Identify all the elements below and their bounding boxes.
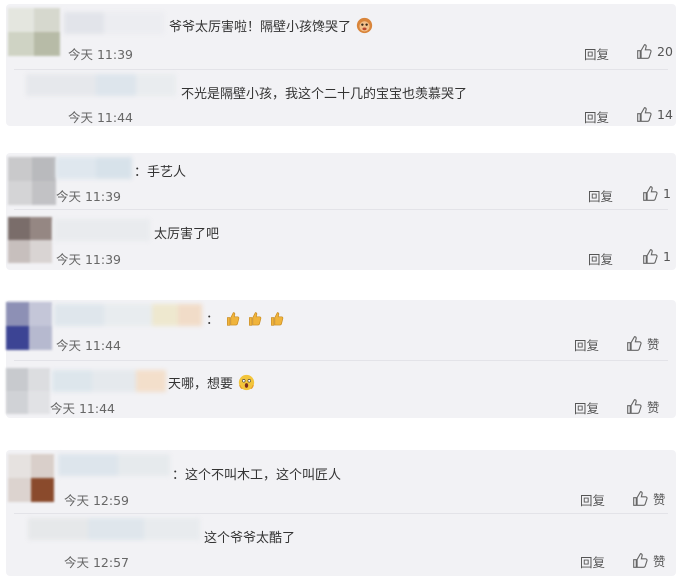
like-button[interactable]: 14 — [636, 106, 673, 123]
thumbs-up-icon — [627, 399, 642, 414]
avatar[interactable] — [8, 217, 52, 263]
comment-time: 今天 11:44 — [50, 401, 115, 416]
comment-time: 今天 11:39 — [68, 47, 133, 62]
thumbs-up-icon — [633, 491, 648, 506]
like-label: 赞 — [647, 337, 660, 352]
comment-time: 今天 11:39 — [56, 252, 121, 267]
thumbs-up-icon — [643, 249, 658, 264]
comment-time: 今天 12:59 — [64, 493, 129, 508]
comment-text: ：这个不叫木工，这个叫匠人 — [172, 468, 342, 483]
thumbs-up-icon — [637, 44, 652, 59]
username[interactable] — [26, 74, 176, 96]
thumbs-up-icon — [627, 336, 642, 351]
avatar[interactable] — [8, 157, 56, 205]
divider — [14, 209, 668, 210]
like-button[interactable]: 赞 — [626, 334, 660, 353]
like-label: 赞 — [647, 400, 660, 415]
like-button[interactable]: 1 — [642, 248, 671, 265]
like-count: 20 — [657, 44, 673, 59]
comment-text: 不光是隔壁小孩，我这个二十几的宝宝也羡慕哭了 — [181, 87, 468, 102]
thumbs-up-icon — [637, 107, 652, 122]
reply-button[interactable]: 回复 — [588, 186, 613, 205]
avatar[interactable] — [8, 8, 60, 56]
like-button[interactable]: 20 — [636, 43, 673, 60]
reply-button[interactable]: 回复 — [574, 398, 599, 417]
reply-button[interactable]: 回复 — [588, 249, 613, 268]
divider — [14, 513, 668, 514]
comment-text: 太厉害了吧 — [154, 227, 220, 242]
like-count: 1 — [663, 249, 671, 264]
like-label: 赞 — [653, 492, 666, 507]
comment-thread: 爷爷太厉害啦！隔壁小孩馋哭了 今天 11:39 回复 20 不光是隔壁小孩，我这… — [6, 4, 676, 126]
thumbs-up-emoji — [223, 312, 285, 328]
screaming-face-emoji — [238, 374, 255, 391]
comment-text: 天哪，想要 — [168, 373, 255, 392]
username[interactable] — [52, 370, 166, 392]
comment-text: 这个爷爷太酷了 — [204, 531, 296, 546]
monkey-face-emoji — [356, 17, 373, 34]
like-count: 1 — [663, 186, 671, 201]
username[interactable] — [54, 219, 150, 241]
username[interactable] — [56, 157, 132, 179]
username[interactable] — [28, 518, 200, 540]
username[interactable] — [64, 12, 164, 34]
comment-thread: ： 今天 11:44 回复 赞 天哪，想要 今天 11:44 回复 赞 — [6, 300, 676, 418]
like-button[interactable]: 1 — [642, 185, 671, 202]
reply-button[interactable]: 回复 — [574, 335, 599, 354]
comment-time: 今天 11:44 — [68, 110, 133, 125]
reply-button[interactable]: 回复 — [584, 107, 609, 126]
like-button[interactable]: 赞 — [626, 397, 660, 416]
comment-text: ：手艺人 — [134, 165, 187, 180]
like-count: 14 — [657, 107, 673, 122]
comment-time: 今天 11:39 — [56, 189, 121, 204]
comment-thread: ：手艺人 今天 11:39 回复 1 太厉害了吧 今天 11:39 回复 1 — [6, 153, 676, 270]
username[interactable] — [54, 304, 202, 326]
reply-button[interactable]: 回复 — [584, 44, 609, 63]
divider — [14, 360, 668, 361]
like-label: 赞 — [653, 554, 666, 569]
username[interactable] — [58, 454, 170, 476]
comment-text: ： — [206, 309, 285, 328]
comment-text: 爷爷太厉害啦！隔壁小孩馋哭了 — [169, 16, 373, 35]
reply-button[interactable]: 回复 — [580, 552, 605, 571]
comment-time: 今天 11:44 — [56, 338, 121, 353]
like-button[interactable]: 赞 — [632, 489, 666, 508]
comment-thread: ：这个不叫木工，这个叫匠人 今天 12:59 回复 赞 这个爷爷太酷了 今天 1… — [6, 450, 676, 576]
avatar[interactable] — [6, 368, 50, 414]
avatar[interactable] — [6, 302, 52, 350]
avatar[interactable] — [8, 454, 54, 502]
reply-button[interactable]: 回复 — [580, 490, 605, 509]
like-button[interactable]: 赞 — [632, 551, 666, 570]
thumbs-up-icon — [643, 186, 658, 201]
comment-time: 今天 12:57 — [64, 555, 129, 570]
divider — [14, 69, 668, 70]
thumbs-up-icon — [633, 553, 648, 568]
